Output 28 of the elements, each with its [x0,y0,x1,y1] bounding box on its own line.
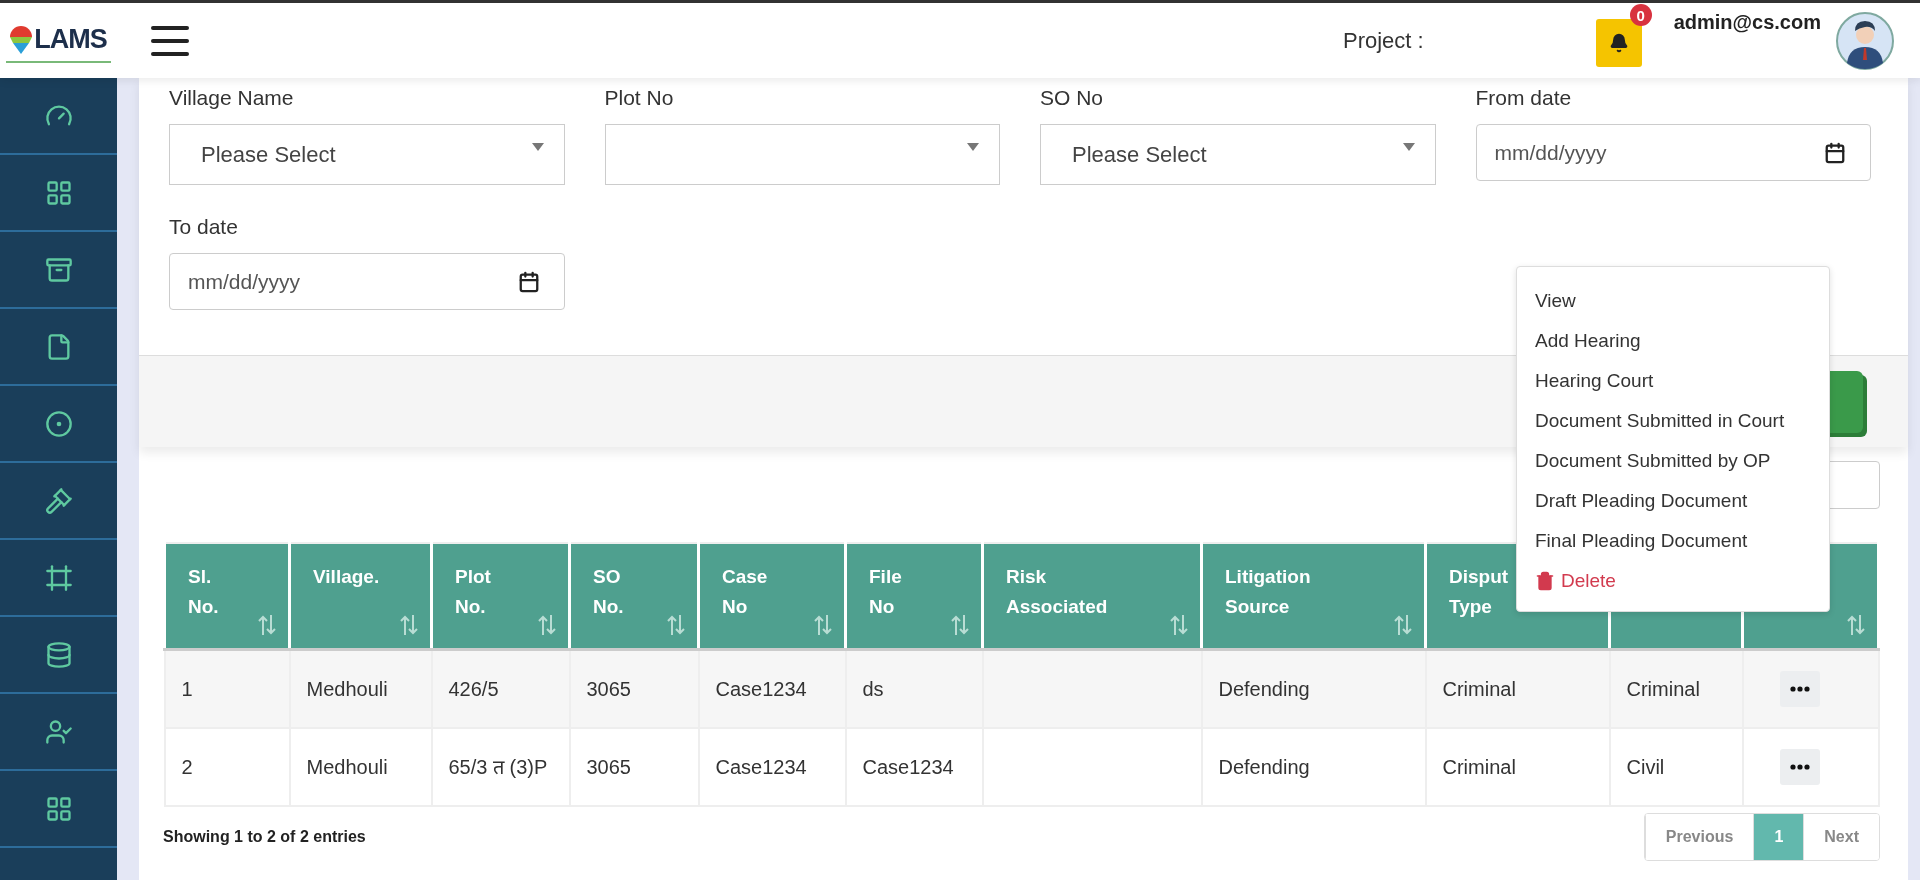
user-email: admin@cs.com [1673,11,1821,34]
field-label: To date [169,215,239,239]
table-cell: Criminal [1626,677,1700,700]
notification-badge: 0 [1629,4,1652,26]
table-cell: Case1234 [862,755,954,778]
table-cell: 1 [181,677,193,700]
table-cell: Case1234 [715,677,807,700]
table-cell: Defending [1218,755,1310,778]
table-cell: Medhouli [306,755,388,778]
table-cell: 3065 [586,755,631,778]
table-cell: ds [862,677,884,700]
field-label: From date [1475,86,1573,110]
table-cell: 426/5 [448,677,499,700]
field-label: Plot No [604,86,675,110]
table-cell: Criminal [1442,677,1516,700]
project-label: Project : [1342,27,1424,54]
entries-info: Showing 1 to 2 of 2 entries [163,827,366,846]
table-cell: Defending [1218,677,1310,700]
table-cell: Case1234 [715,755,807,778]
table-cell: Criminal [1442,755,1516,778]
table-cell: Civil [1626,755,1665,778]
table-cell: 3065 [586,677,631,700]
field-label: SO No [1040,86,1105,110]
field-label: Village Name [169,86,295,110]
table-cell: Medhouli [306,677,388,700]
table-cell: 65/3 त (3)P [448,755,548,778]
table-cell: 2 [181,755,193,778]
logo: LAMS [6,18,111,63]
